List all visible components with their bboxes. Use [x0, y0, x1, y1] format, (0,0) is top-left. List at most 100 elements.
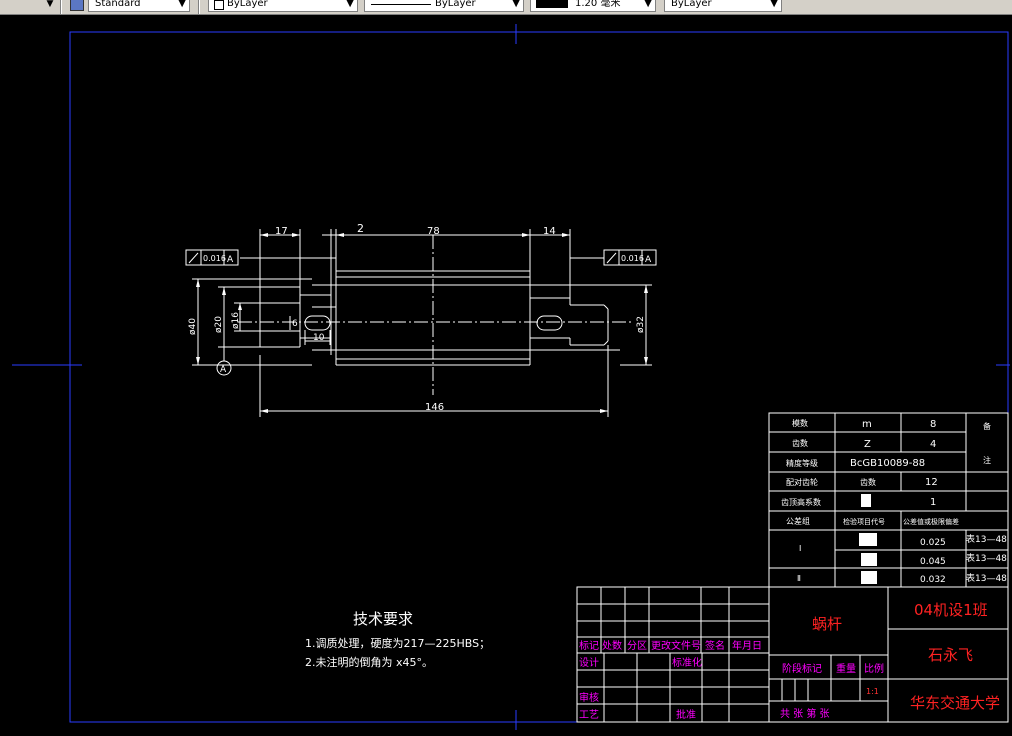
worm-shaft-outline	[259, 270, 620, 366]
tech-line-1: 1.调质处理，硬度为217—225HBS；	[305, 637, 491, 650]
param-val-addendum: 1	[930, 497, 936, 508]
color-combo[interactable]: ByLayer ▼	[208, 0, 358, 12]
param-val-mating: 12	[925, 477, 938, 488]
dropdown-arrow-icon[interactable]: ▼	[45, 0, 55, 10]
tech-title: 技术要求	[353, 610, 414, 628]
dim-dia32: ø32	[636, 316, 646, 333]
tb-scale-val: 1:1	[866, 687, 879, 696]
linetype-sample	[371, 4, 431, 5]
param-val-accuracy: BcGB10089-88	[850, 458, 925, 469]
title-block-values: 蜗杆 04机设1班 石永飞 华东交通大学	[812, 601, 1000, 712]
color-value: ByLayer	[227, 0, 268, 9]
text-style-icon[interactable]	[70, 0, 84, 11]
tb-class: 04机设1班	[914, 601, 988, 619]
chevron-down-icon: ▼	[512, 0, 520, 9]
runout-arrow-icon	[606, 252, 617, 264]
symbol-box-icon	[861, 494, 871, 507]
param-tol-3: 0.032	[920, 575, 946, 585]
param-sym-teeth: Z	[864, 439, 871, 450]
lineweight-combo[interactable]: 1.20 毫米 ▼	[530, 0, 656, 12]
param-label-accuracy: 精度等级	[786, 458, 818, 468]
dim-146: 146	[425, 402, 444, 413]
tb-row-review: 审核	[579, 691, 599, 704]
tb-row-approve: 批准	[676, 708, 696, 721]
dim-dia20: ø20	[214, 316, 224, 333]
tol-datum-right: A	[645, 255, 652, 265]
tb-head-date: 年月日	[732, 639, 762, 652]
runout-tolerance-left: 0.016 A	[185, 249, 239, 266]
param-group-1: Ⅰ	[799, 544, 801, 553]
tech-line-2: 2.未注明的倒角为 x45°。	[305, 656, 433, 669]
symbol-box-icon	[861, 553, 877, 566]
param-val-teeth: 4	[930, 439, 936, 450]
text-style-combo[interactable]: Standard ▼	[88, 0, 190, 12]
param-sym-mating: 齿数	[860, 477, 876, 487]
param-label-tolgroup: 公差组	[786, 516, 810, 526]
datum-letter: A	[220, 365, 227, 375]
drawing-frame	[69, 31, 1009, 723]
tb-part-name: 蜗杆	[812, 615, 842, 633]
tb-row-std: 标准化	[672, 656, 702, 669]
symbol-box-icon	[859, 533, 877, 546]
param-val-tolgroup: 公差值或极限偏差	[903, 517, 959, 526]
param-side-1: 备	[983, 421, 991, 431]
plotstyle-value: ByLayer	[671, 0, 712, 9]
tol-value-left: 0.016	[203, 254, 226, 263]
chevron-down-icon: ▼	[346, 0, 354, 9]
dimension-texts: 17 2 78 14 146 10 6 ø40 ø20 ø16 ø32	[188, 222, 646, 413]
dim-6: 6	[292, 319, 298, 329]
tb-row-design: 设计	[579, 656, 599, 669]
color-swatch	[214, 0, 224, 10]
chevron-down-icon: ▼	[178, 0, 186, 9]
chevron-down-icon: ▼	[644, 0, 652, 9]
linetype-combo[interactable]: ByLayer ▼	[364, 0, 524, 12]
lineweight-sample	[536, 0, 568, 8]
dim-78: 78	[427, 226, 440, 237]
dim-17: 17	[275, 226, 288, 237]
tb-head-qty: 处数	[602, 639, 622, 652]
centering-marks	[12, 24, 1010, 730]
param-tol-1: 0.025	[920, 538, 946, 548]
toolbar-separator	[60, 0, 62, 14]
centerlines	[238, 235, 632, 395]
plotstyle-combo[interactable]: ByLayer ▼	[664, 0, 782, 12]
tb-head-sign: 签名	[705, 639, 725, 652]
param-label-module: 模数	[792, 418, 808, 428]
param-side-2: 注	[983, 455, 991, 465]
lineweight-value: 1.20 毫米	[575, 0, 621, 9]
tb-sheets: 共 张 第 张	[780, 707, 830, 720]
runout-arrow-icon	[188, 252, 199, 264]
tb-scale: 比例	[864, 662, 884, 675]
tb-designer: 石永飞	[928, 646, 973, 664]
parameter-table-texts: 模数 m 8 齿数 Z 4 精度等级 BcGB10089-88 配对齿轮 齿数 …	[781, 418, 1007, 585]
tolerance-symbol-boxes	[859, 494, 877, 584]
tb-head-mark: 标记	[579, 640, 599, 652]
chevron-down-icon: ▼	[770, 0, 778, 9]
dim-2: 2	[357, 222, 364, 235]
param-tol-2: 0.045	[920, 557, 946, 567]
dim-14: 14	[543, 226, 556, 237]
tol-value-right: 0.016	[621, 254, 644, 263]
param-label-mating: 配对齿轮	[786, 477, 818, 487]
datum-symbol: A	[216, 360, 232, 376]
param-sym-tolgroup: 检验项目代号	[843, 517, 885, 526]
dim-dia16: ø16	[231, 312, 241, 329]
properties-toolbar: ▼ Standard ▼ ByLayer ▼ ByLayer ▼ 1.20 毫米…	[0, 0, 1012, 15]
tb-school: 华东交通大学	[910, 694, 1000, 712]
tb-row-process: 工艺	[579, 709, 599, 721]
tb-weight: 重量	[836, 662, 856, 675]
tb-head-doc: 更改文件号	[651, 639, 701, 652]
drawing-canvas[interactable]: 17 2 78 14 146 10 6 ø40 ø20 ø16 ø32 0.01…	[0, 15, 1012, 736]
linetype-value: ByLayer	[435, 0, 476, 9]
tb-head-zone: 分区	[627, 640, 647, 652]
param-std-1: 表13—48	[966, 533, 1007, 545]
tol-datum-left: A	[227, 255, 234, 265]
tb-stage: 阶段标记	[782, 662, 822, 675]
param-val-module: 8	[930, 419, 936, 430]
param-std-3: 表13—48	[966, 572, 1007, 584]
symbol-box-icon	[861, 571, 877, 584]
text-style-value: Standard	[95, 0, 141, 9]
param-sym-module: m	[862, 419, 872, 430]
param-label-addendum: 齿顶高系数	[781, 497, 821, 507]
param-label-teeth: 齿数	[792, 438, 808, 448]
